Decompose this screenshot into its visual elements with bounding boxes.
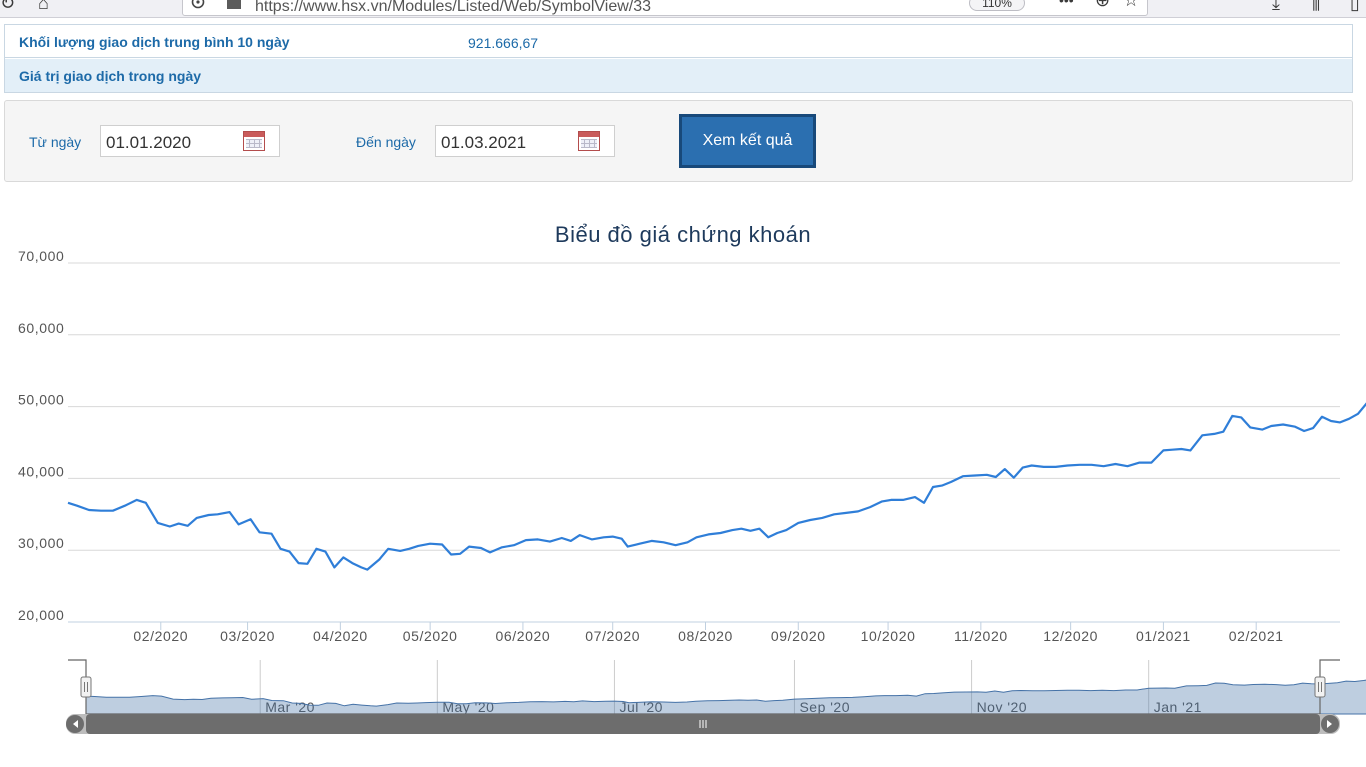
x-tick-label: 02/2021	[1229, 628, 1284, 644]
navigator-left-handle[interactable]	[80, 676, 92, 698]
zoom-level[interactable]: 110%	[969, 0, 1025, 11]
x-tick-label: 01/2021	[1136, 628, 1191, 644]
y-tick-label: 30,000	[18, 535, 64, 551]
url-text[interactable]: https://www.hsx.vn/Modules/Listed/Web/Sy…	[255, 0, 651, 16]
table-row: Khối lượng giao dịch trung bình 10 ngày …	[5, 25, 1352, 58]
library-icon[interactable]: ⫼	[1312, 0, 1320, 12]
to-date-value[interactable]: 01.03.2021	[441, 133, 526, 153]
address-bar[interactable]: https://www.hsx.vn/Modules/Listed/Web/Sy…	[182, 0, 1148, 16]
calendar-icon[interactable]	[243, 131, 265, 151]
x-tick-label: 10/2020	[861, 628, 916, 644]
download-icon[interactable]: ⤓	[1272, 0, 1280, 12]
x-tick-label: 06/2020	[496, 628, 551, 644]
y-tick-label: 40,000	[18, 463, 64, 479]
y-tick-label: 70,000	[18, 248, 64, 264]
price-series-line	[67, 402, 1366, 571]
trade-value-label: Giá trị giao dịch trong ngày	[19, 68, 202, 84]
reload-icon[interactable]: ↻	[0, 0, 15, 12]
y-tick-label: 60,000	[18, 320, 64, 336]
site-info-icon[interactable]	[191, 0, 205, 9]
browser-toolbar: ↻ ⌂ https://www.hsx.vn/Modules/Listed/We…	[0, 0, 1366, 18]
x-tick-label: 07/2020	[585, 628, 640, 644]
navigator-right-handle[interactable]	[1314, 676, 1326, 698]
y-tick-label: 20,000	[18, 607, 64, 623]
from-date-label: Từ ngày	[29, 134, 82, 150]
calendar-icon[interactable]	[578, 131, 600, 151]
view-results-button[interactable]: Xem kết quả	[679, 114, 816, 168]
sidebar-icon[interactable]: ▯	[1350, 0, 1360, 12]
x-tick-label: 03/2020	[220, 628, 275, 644]
from-date-value[interactable]: 01.01.2020	[106, 133, 191, 153]
to-date-label: Đến ngày	[356, 134, 416, 150]
table-row: Giá trị giao dịch trong ngày	[5, 59, 1352, 92]
more-icon[interactable]: •••	[1059, 0, 1074, 9]
trading-info-table: Khối lượng giao dịch trung bình 10 ngày …	[4, 24, 1353, 93]
y-tick-label: 50,000	[18, 392, 64, 408]
avg-volume-label: Khối lượng giao dịch trung bình 10 ngày	[19, 34, 290, 50]
x-tick-label: 05/2020	[403, 628, 458, 644]
x-tick-label: 04/2020	[313, 628, 368, 644]
from-date-field[interactable]: 01.01.2020	[100, 125, 280, 157]
stock-price-chart: Biểu đồ giá chứng khoán 20,000 30,000 40,0…	[0, 186, 1366, 746]
x-tick-label: 11/2020	[954, 628, 1008, 644]
date-filter-panel: Từ ngày 01.01.2020 Đến ngày 01.03.2021 X…	[4, 100, 1353, 182]
x-tick-label: 09/2020	[771, 628, 826, 644]
to-date-field[interactable]: 01.03.2021	[435, 125, 615, 157]
x-tick-label: 08/2020	[678, 628, 733, 644]
pocket-icon[interactable]: ⊕	[1095, 0, 1110, 9]
x-tick-label: 02/2020	[133, 628, 188, 644]
avg-volume-value: 921.666,67	[468, 35, 539, 51]
bookmark-star-icon[interactable]: ☆	[1123, 0, 1139, 9]
page-icon	[227, 0, 241, 9]
home-icon[interactable]: ⌂	[38, 0, 49, 12]
chart-canvas: 20,000 30,000 40,000 50,000 60,000 70,000 02/2…	[18, 248, 1366, 734]
x-tick-label: 12/2020	[1043, 628, 1098, 644]
